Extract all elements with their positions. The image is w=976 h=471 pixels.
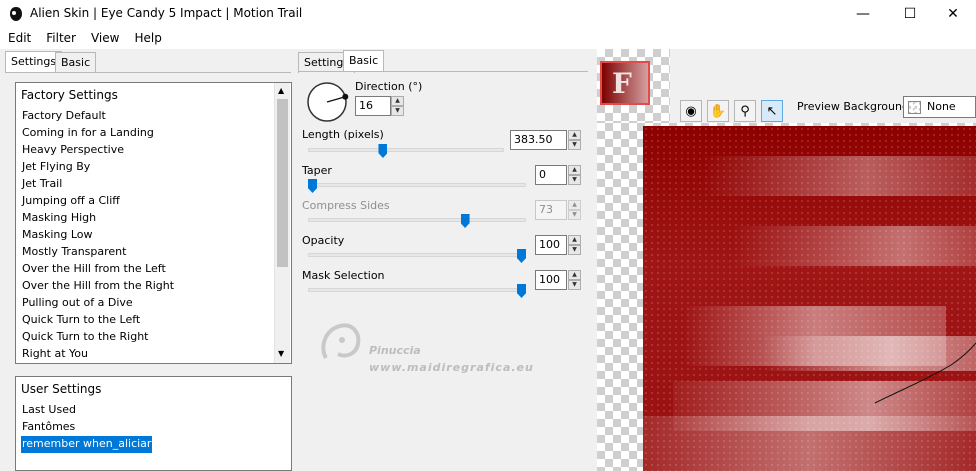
factory-preset-item[interactable]: Right at You	[21, 346, 89, 363]
menu-edit[interactable]: Edit	[0, 29, 38, 49]
maximize-button[interactable]: ☐	[887, 0, 933, 28]
tab-basic-left[interactable]: Basic	[55, 52, 97, 73]
user-preset-item[interactable]: remember when_aliciar	[21, 436, 153, 453]
preview-background-label: Preview Background:	[797, 100, 913, 113]
factory-preset-item[interactable]: Jumping off a Cliff	[21, 193, 121, 210]
spin-down-icon[interactable]: ▼	[391, 106, 404, 116]
thumbnail-letter-shape: F	[612, 67, 632, 100]
hand-icon[interactable]: ✋	[707, 100, 729, 122]
spin-up-icon[interactable]: ▲	[568, 130, 581, 140]
direction-input[interactable]: 16	[355, 96, 391, 116]
navigator-thumbnail[interactable]: F	[597, 49, 670, 123]
mask-selection-label: Mask Selection	[302, 269, 385, 282]
spin-up-icon[interactable]: ▲	[391, 96, 404, 106]
watermark-name: Pinuccia	[369, 344, 421, 357]
zoom-icon[interactable]: ⚲	[734, 100, 756, 122]
tab-settings-left[interactable]: Settings	[5, 51, 63, 73]
mask-selection-track[interactable]	[308, 288, 526, 292]
taper-spinner[interactable]: ▲ ▼	[568, 165, 581, 185]
preview-background-value: None	[927, 100, 956, 113]
spin-down-icon[interactable]: ▼	[568, 280, 581, 290]
trail-band	[703, 156, 976, 196]
watermark-url: www.maidiregrafica.eu	[369, 361, 534, 374]
preview-canvas[interactable]	[597, 123, 976, 471]
factory-preset-item[interactable]: Masking High	[21, 210, 97, 227]
user-preset-item[interactable]: Last Used	[21, 402, 77, 419]
mask-selection-spinner[interactable]: ▲ ▼	[568, 270, 581, 290]
factory-preset-item[interactable]: Over the Hill from the Right	[21, 278, 175, 295]
factory-preset-item[interactable]: Jet Trail	[21, 176, 63, 193]
direction-spinner[interactable]: ▲ ▼	[391, 96, 404, 116]
taper-input[interactable]: 0	[535, 165, 567, 185]
none-swatch-icon	[908, 101, 921, 114]
alien-skin-app-icon	[10, 7, 22, 21]
opacity-input[interactable]: 100	[535, 235, 567, 255]
direction-dial[interactable]	[306, 80, 350, 124]
preview-background-select[interactable]: None	[903, 96, 976, 118]
spin-down-icon: ▼	[568, 210, 581, 220]
close-button[interactable]: ✕	[930, 0, 976, 28]
spin-up-icon[interactable]: ▲	[568, 235, 581, 245]
motion-path-line[interactable]	[873, 341, 976, 406]
factory-preset-item[interactable]: Over the Hill from the Left	[21, 261, 167, 278]
spin-up-icon: ▲	[568, 200, 581, 210]
tab-divider-middle	[298, 71, 588, 72]
watermark-logo	[321, 323, 361, 360]
taper-label: Taper	[302, 164, 332, 177]
menu-view[interactable]: View	[83, 29, 126, 49]
length-input[interactable]: 383.50	[510, 130, 567, 150]
factory-preset-item[interactable]: Masking Low	[21, 227, 94, 244]
factory-preset-item[interactable]: Quick Turn to the Right	[21, 329, 149, 346]
spin-down-icon[interactable]: ▼	[568, 175, 581, 185]
pointer-icon[interactable]: ↖	[761, 100, 783, 122]
factory-preset-item[interactable]: Heavy Perspective	[21, 142, 125, 159]
factory-preset-item[interactable]: Coming in for a Landing	[21, 125, 155, 142]
user-settings-header: User Settings	[21, 382, 102, 396]
spin-down-icon[interactable]: ▼	[568, 140, 581, 150]
length-spinner[interactable]: ▲ ▼	[568, 130, 581, 150]
minimize-button[interactable]: —	[840, 0, 886, 28]
factory-preset-item[interactable]: Quick Turn to the Left	[21, 312, 141, 329]
trail-band	[643, 416, 976, 471]
taper-track[interactable]	[308, 183, 526, 187]
mask-selection-input[interactable]: 100	[535, 270, 567, 290]
compress-sides-input: 73	[535, 200, 567, 220]
trail-band	[733, 226, 976, 266]
navigator-viewport[interactable]: F	[600, 61, 650, 105]
length-track[interactable]	[308, 148, 504, 152]
tab-basic-middle[interactable]: Basic	[343, 50, 385, 72]
compress-sides-spinner: ▲ ▼	[568, 200, 581, 220]
preview-image	[643, 126, 976, 471]
window-title: Alien Skin | Eye Candy 5 Impact | Motion…	[30, 6, 303, 20]
menu-filter[interactable]: Filter	[38, 29, 83, 49]
spin-down-icon[interactable]: ▼	[568, 245, 581, 255]
user-settings-list[interactable]: User Settings Last Used Fantômes remember …	[15, 376, 292, 471]
spin-up-icon[interactable]: ▲	[568, 270, 581, 280]
factory-preset-item[interactable]: Pulling out of a Dive	[21, 295, 134, 312]
length-label: Length (pixels)	[302, 128, 384, 141]
scroll-up-icon[interactable]: ▲	[278, 86, 284, 95]
compress-sides-track	[308, 218, 526, 222]
compress-sides-label: Compress Sides	[302, 199, 390, 212]
factory-settings-header: Factory Settings	[21, 88, 118, 102]
menu-help[interactable]: Help	[126, 29, 168, 49]
factory-settings-list[interactable]: Factory Settings Factory Default Coming i…	[15, 82, 292, 364]
opacity-track[interactable]	[308, 253, 526, 257]
scroll-down-icon[interactable]: ▼	[278, 349, 284, 358]
menu-bar: Edit Filter View Help	[0, 29, 169, 49]
user-preset-item[interactable]: Fantômes	[21, 419, 76, 436]
factory-preset-item[interactable]: Jet Flying By	[21, 159, 91, 176]
title-bar: Alien Skin | Eye Candy 5 Impact | Motion…	[0, 0, 976, 28]
eye-toggle-icon[interactable]: ◉	[680, 100, 702, 122]
factory-preset-item[interactable]: Mostly Transparent	[21, 244, 127, 261]
spin-up-icon[interactable]: ▲	[568, 165, 581, 175]
factory-preset-item[interactable]: Factory Default	[21, 108, 107, 125]
opacity-label: Opacity	[302, 234, 345, 247]
factory-list-scrollbar[interactable]: ▲ ▼	[274, 83, 290, 363]
scroll-thumb[interactable]	[277, 99, 288, 267]
direction-label: Direction (°)	[355, 80, 423, 93]
opacity-spinner[interactable]: ▲ ▼	[568, 235, 581, 255]
tab-divider	[5, 72, 291, 73]
